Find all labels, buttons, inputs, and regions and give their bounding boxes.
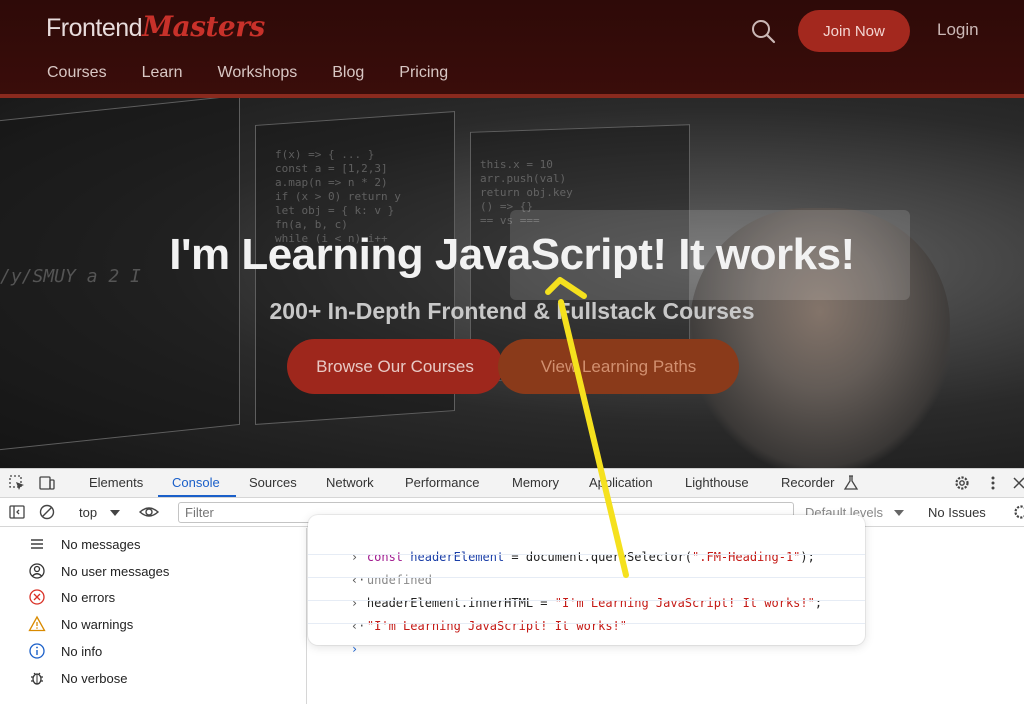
tab-recorder[interactable]: Recorder: [781, 475, 834, 490]
main-nav: Courses Learn Workshops Blog Pricing: [47, 64, 483, 82]
inspect-element-icon[interactable]: [8, 474, 26, 492]
tab-lighthouse[interactable]: Lighthouse: [685, 475, 749, 490]
sidebar-item-label: No user messages: [61, 563, 170, 579]
tab-network[interactable]: Network: [326, 475, 374, 490]
console-divider: [308, 577, 865, 578]
prompt-chevron-icon: ›: [350, 642, 359, 656]
info-icon: [29, 643, 45, 659]
console-sidebar: No messages No user messages No errors N…: [0, 528, 307, 704]
console-output: › const headerElement = document.querySel…: [308, 515, 865, 656]
frontend-masters-logo[interactable]: Frontend Masters: [46, 10, 265, 50]
console-divider: [308, 554, 865, 555]
tab-memory[interactable]: Memory: [512, 475, 559, 490]
sidebar-item-label: No messages: [61, 536, 141, 552]
search-icon[interactable]: [750, 18, 776, 44]
login-link[interactable]: Login: [937, 20, 979, 40]
console-settings-icon[interactable]: [1012, 503, 1024, 521]
nav-workshops[interactable]: Workshops: [218, 64, 298, 82]
devtools-tab-bar: Elements Console Sources Network Perform…: [0, 469, 1024, 498]
tab-application[interactable]: Application: [589, 475, 653, 490]
hero-subtitle: 200+ In-Depth Frontend & Fullstack Cours…: [269, 298, 755, 324]
close-icon[interactable]: [1010, 474, 1024, 492]
console-prompt[interactable]: ›: [322, 628, 367, 670]
join-now-button[interactable]: Join Now: [798, 10, 910, 52]
settings-gear-icon[interactable]: [953, 474, 971, 492]
warning-icon: [28, 615, 46, 632]
sidebar-item-messages[interactable]: No messages: [30, 533, 140, 555]
hero-section: f(x) => { ... } const a = [1,2,3] a.map(…: [0, 98, 1024, 468]
sidebar-item-label: No info: [61, 643, 103, 659]
console-divider: [308, 600, 865, 601]
bug-icon: [31, 672, 43, 685]
site-header: Frontend Masters Join Now Login Courses …: [0, 0, 1024, 98]
tab-sources[interactable]: Sources: [249, 475, 297, 490]
sidebar-item-info[interactable]: No info: [29, 640, 103, 662]
flask-icon: [843, 475, 859, 490]
page-heading: I'm Learning JavaScript! It works!: [169, 230, 855, 279]
device-toolbar-icon[interactable]: [38, 474, 56, 492]
nav-learn[interactable]: Learn: [142, 64, 183, 82]
user-icon: [29, 563, 45, 579]
code-text: = document.querySelector(: [504, 550, 693, 564]
clear-console-icon[interactable]: [38, 503, 56, 521]
issues-badge[interactable]: No Issues: [928, 505, 986, 520]
active-tab-indicator: [158, 495, 236, 497]
console-divider: [308, 623, 865, 624]
sidebar-item-errors[interactable]: No errors: [29, 586, 116, 608]
sidebar-toggle-icon[interactable]: [8, 503, 26, 521]
sidebar-item-label: No errors: [61, 589, 116, 605]
string-literal: ".FM-Heading-1": [692, 550, 801, 564]
code-text: ;: [814, 596, 823, 610]
nav-blog[interactable]: Blog: [332, 64, 364, 82]
list-icon: [31, 539, 43, 549]
tab-console[interactable]: Console: [172, 475, 220, 490]
error-icon: [29, 589, 45, 605]
sidebar-item-label: No verbose: [61, 670, 128, 686]
browse-courses-button[interactable]: Browse Our Courses: [287, 339, 503, 394]
view-learning-paths-button[interactable]: View Learning Paths: [498, 339, 739, 394]
sidebar-item-verbose[interactable]: No verbose: [30, 667, 127, 689]
context-selector[interactable]: top: [79, 505, 97, 520]
code-text: );: [800, 550, 815, 564]
sidebar-item-label: No warnings: [61, 616, 134, 632]
sidebar-item-warnings[interactable]: No warnings: [28, 613, 134, 635]
nav-courses[interactable]: Courses: [47, 64, 107, 82]
result-value: "I'm Learning JavaScript! It works!": [366, 619, 627, 633]
levels-dropdown-arrow-icon[interactable]: [890, 504, 908, 522]
sidebar-item-user-messages[interactable]: No user messages: [29, 560, 170, 582]
console-result-line: ‹· "I'm Learning JavaScript! It works!": [322, 605, 627, 647]
more-options-icon[interactable]: [984, 474, 1002, 492]
tab-elements[interactable]: Elements: [89, 475, 143, 490]
nav-pricing[interactable]: Pricing: [399, 64, 448, 82]
dropdown-arrow-icon[interactable]: [106, 504, 124, 522]
eye-icon[interactable]: [138, 503, 160, 521]
tab-performance[interactable]: Performance: [405, 475, 479, 490]
logo-text-masters: Masters: [142, 10, 265, 43]
logo-text-frontend: Frontend: [46, 14, 143, 42]
